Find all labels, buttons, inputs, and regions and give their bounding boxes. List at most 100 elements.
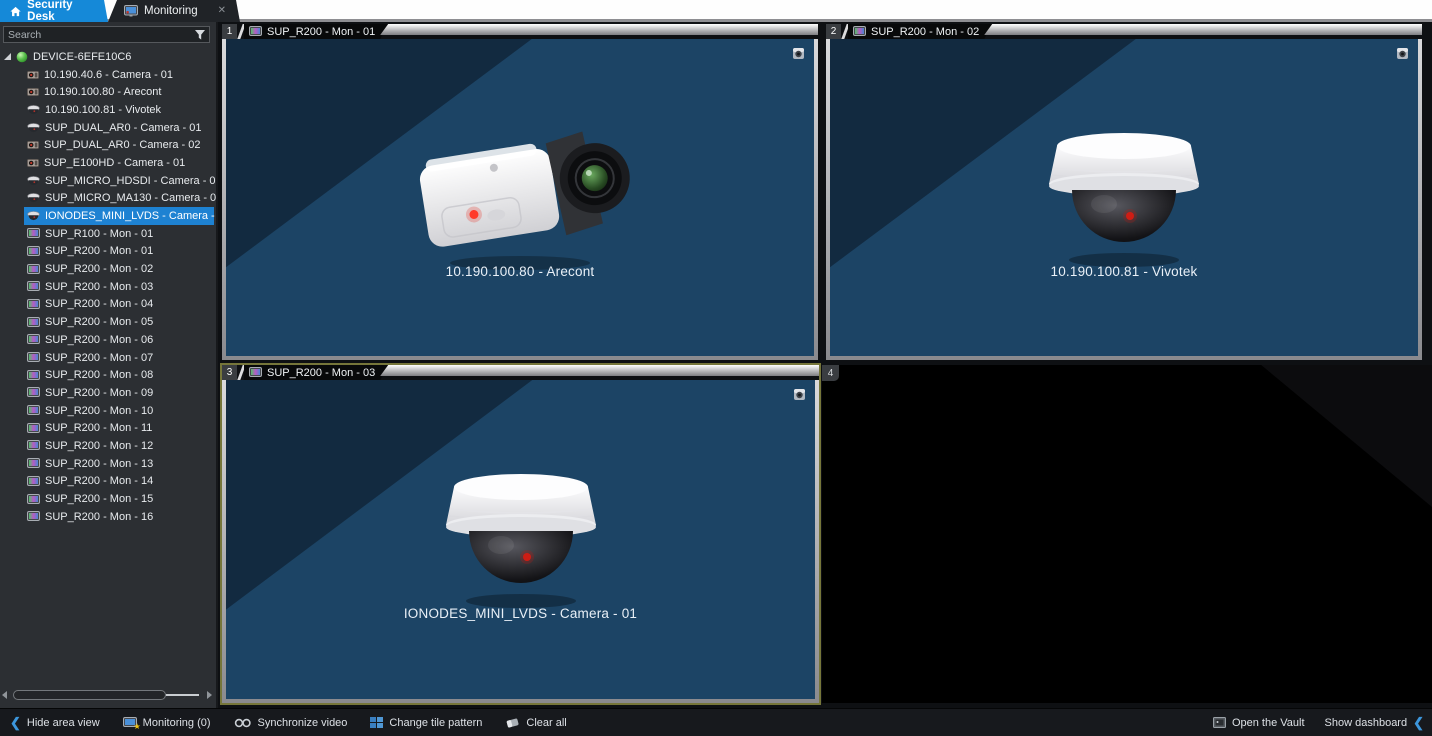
tile-frame: 10.190.100.81 - Vivotek bbox=[826, 39, 1422, 360]
tab-label: Security Desk bbox=[27, 0, 98, 23]
tree-item[interactable]: SUP_R200 - Mon - 05 bbox=[24, 313, 214, 331]
monitor-icon bbox=[27, 264, 40, 275]
tree-item[interactable]: SUP_R200 - Mon - 09 bbox=[24, 384, 214, 402]
scroll-right-icon[interactable] bbox=[207, 691, 212, 699]
monitor-icon bbox=[27, 458, 40, 469]
tile-3-video[interactable]: IONODES_MINI_LVDS - Camera - 01 bbox=[226, 380, 815, 699]
tile-1-video[interactable]: 10.190.100.80 - Arecont bbox=[226, 39, 814, 356]
open-vault-button[interactable]: Open the Vault bbox=[1213, 717, 1305, 729]
clear-all-button[interactable]: Clear all bbox=[505, 716, 566, 729]
search-input[interactable] bbox=[4, 29, 194, 41]
show-dashboard-button[interactable]: Show dashboard ❮ bbox=[1325, 716, 1424, 729]
tree-item[interactable]: SUP_R200 - Mon - 04 bbox=[24, 296, 214, 314]
dome-camera-icon bbox=[27, 211, 40, 221]
scroll-track bbox=[9, 690, 205, 700]
tree-item-label: SUP_R200 - Mon - 10 bbox=[45, 405, 153, 417]
tile-3-header: 3 SUP_R200 - Mon - 03 bbox=[222, 365, 819, 380]
dome-camera-icon bbox=[27, 176, 40, 186]
tree-item[interactable]: SUP_R200 - Mon - 10 bbox=[24, 402, 214, 420]
tree-item-label: SUP_DUAL_AR0 - Camera - 01 bbox=[45, 122, 202, 134]
tile-camera-caption: 10.190.100.81 - Vivotek bbox=[830, 264, 1418, 279]
tree-item[interactable]: SUP_R200 - Mon - 07 bbox=[24, 349, 214, 367]
tree-item[interactable]: SUP_R200 - Mon - 01 bbox=[24, 243, 214, 261]
taskbar: ❮ Hide area view ★ Monitoring (0) bbox=[0, 708, 1432, 736]
synchronize-video-button[interactable]: Synchronize video bbox=[234, 717, 348, 729]
tab-monitoring[interactable]: Monitoring ✕ bbox=[108, 0, 240, 22]
close-icon[interactable]: ✕ bbox=[218, 6, 226, 16]
tile-monitor-label: SUP_R200 - Mon - 03 bbox=[244, 365, 388, 380]
tree-item[interactable]: SUP_R200 - Mon - 14 bbox=[24, 473, 214, 491]
tree-item-label: SUP_R200 - Mon - 12 bbox=[45, 440, 153, 452]
tree-item-label: 10.190.40.6 - Camera - 01 bbox=[44, 69, 173, 81]
tree-item[interactable]: IONODES_MINI_LVDS - Camera - 01 bbox=[24, 207, 214, 225]
tree-item-label: SUP_R100 - Mon - 01 bbox=[45, 228, 153, 240]
tile-2-video[interactable]: 10.190.100.81 - Vivotek bbox=[830, 39, 1418, 356]
dome-camera-image bbox=[421, 453, 621, 613]
monitor-icon bbox=[27, 494, 40, 505]
tree-item-label: SUP_R200 - Mon - 02 bbox=[45, 263, 153, 275]
tree-item[interactable]: SUP_DUAL_AR0 - Camera - 02 bbox=[24, 136, 214, 154]
tree-item[interactable]: SUP_R200 - Mon - 11 bbox=[24, 419, 214, 437]
scroll-left-icon[interactable] bbox=[2, 691, 7, 699]
tree-item-label: SUP_R200 - Mon - 15 bbox=[45, 493, 153, 505]
video-tile-4-empty[interactable]: 4 bbox=[822, 365, 1432, 703]
tree-item[interactable]: SUP_R200 - Mon - 02 bbox=[24, 260, 214, 278]
monitoring-task-button[interactable]: ★ Monitoring (0) bbox=[123, 717, 211, 729]
box-camera-icon bbox=[27, 140, 39, 150]
tab-strip: Security Desk Monitoring ✕ bbox=[0, 0, 1432, 22]
tree-item-label: SUP_R200 - Mon - 03 bbox=[45, 281, 153, 293]
tree-item[interactable]: SUP_R200 - Mon - 12 bbox=[24, 437, 214, 455]
video-tile-1[interactable]: 1 SUP_R200 - Mon - 01 bbox=[222, 24, 818, 360]
scroll-thumb[interactable] bbox=[13, 690, 166, 700]
tree-item[interactable]: 10.190.40.6 - Camera - 01 bbox=[24, 66, 214, 84]
box-camera-icon bbox=[27, 70, 39, 80]
tree-item[interactable]: SUP_R200 - Mon - 13 bbox=[24, 455, 214, 473]
tile-header-bar bbox=[380, 365, 819, 376]
dome-camera-icon bbox=[27, 105, 40, 115]
tree-item[interactable]: SUP_DUAL_AR0 - Camera - 01 bbox=[24, 119, 214, 137]
tree-item-label: SUP_R200 - Mon - 01 bbox=[45, 245, 153, 257]
tree-item[interactable]: SUP_R200 - Mon - 16 bbox=[24, 508, 214, 526]
device-tree: DEVICE-6EFE10C6 10.190.40.6 - Camera - 0… bbox=[0, 48, 216, 684]
tree-item-label: SUP_R200 - Mon - 08 bbox=[45, 369, 153, 381]
video-tile-3-selected[interactable]: 3 SUP_R200 - Mon - 03 bbox=[220, 363, 821, 705]
tree-item[interactable]: SUP_E100HD - Camera - 01 bbox=[24, 154, 214, 172]
dome-camera-icon bbox=[27, 123, 40, 133]
tree-item[interactable]: SUP_R200 - Mon - 15 bbox=[24, 490, 214, 508]
tree-item[interactable]: SUP_R200 - Mon - 03 bbox=[24, 278, 214, 296]
box-camera-icon bbox=[27, 158, 39, 168]
monitor-icon bbox=[27, 228, 40, 239]
camera-state-icon bbox=[792, 46, 805, 61]
monitor-icon bbox=[27, 334, 40, 345]
filter-icon[interactable] bbox=[194, 29, 206, 41]
tree-item[interactable]: SUP_MICRO_MA130 - Camera - 01 bbox=[24, 190, 214, 208]
tree-item-label: SUP_R200 - Mon - 06 bbox=[45, 334, 153, 346]
tile-number: 4 bbox=[822, 365, 839, 381]
tree-item[interactable]: 10.190.100.81 - Vivotek bbox=[24, 101, 214, 119]
video-tile-2[interactable]: 2 SUP_R200 - Mon - 02 bbox=[826, 24, 1422, 360]
tile-number: 2 bbox=[826, 24, 841, 39]
sync-link-icon bbox=[234, 718, 252, 728]
change-tile-pattern-button[interactable]: Change tile pattern bbox=[370, 717, 482, 729]
home-icon bbox=[10, 6, 21, 17]
sidebar-horizontal-scrollbar[interactable] bbox=[2, 689, 212, 701]
monitor-icon bbox=[853, 26, 866, 37]
expander-icon[interactable] bbox=[4, 53, 11, 60]
tile-1-header: 1 SUP_R200 - Mon - 01 bbox=[222, 24, 818, 39]
monitor-icon bbox=[27, 511, 40, 522]
tree-item-label: SUP_R200 - Mon - 09 bbox=[45, 387, 153, 399]
tree-item[interactable]: SUP_MICRO_HDSDI - Camera - 01 bbox=[24, 172, 214, 190]
tree-item[interactable]: SUP_R200 - Mon - 08 bbox=[24, 366, 214, 384]
tile-canvas: 1 SUP_R200 - Mon - 01 bbox=[220, 22, 1432, 708]
tree-item-label: SUP_R200 - Mon - 13 bbox=[45, 458, 153, 470]
monitor-icon bbox=[27, 440, 40, 451]
tile-2-header: 2 SUP_R200 - Mon - 02 bbox=[826, 24, 1422, 39]
tree-item[interactable]: SUP_R200 - Mon - 06 bbox=[24, 331, 214, 349]
tree-item[interactable]: 10.190.100.80 - Arecont bbox=[24, 83, 214, 101]
tree-root-device[interactable]: DEVICE-6EFE10C6 bbox=[0, 48, 216, 66]
tree-item[interactable]: SUP_R100 - Mon - 01 bbox=[24, 225, 214, 243]
monitor-icon bbox=[27, 281, 40, 292]
dome-camera-icon bbox=[27, 193, 40, 203]
tab-security-desk[interactable]: Security Desk bbox=[0, 0, 108, 22]
hide-area-view-button[interactable]: ❮ Hide area view bbox=[10, 716, 100, 729]
